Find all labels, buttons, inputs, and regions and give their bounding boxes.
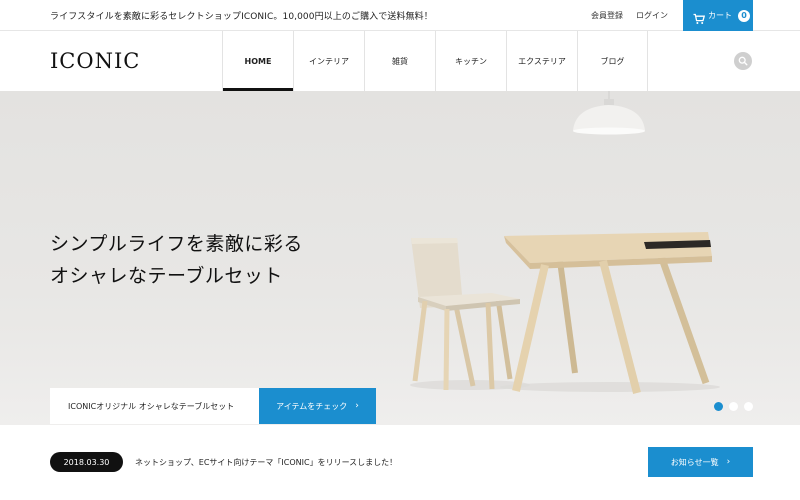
- hero-headline: シンプルライフを素敵に彩る オシャレなテーブルセット: [50, 228, 303, 292]
- cart-button[interactable]: カート 0: [683, 0, 753, 31]
- cart-label: カート: [708, 11, 732, 20]
- check-items-label: アイテムをチェック: [276, 401, 348, 411]
- news-bar: 2018.03.30 ネットショップ、ECサイト向けテーマ「ICONIC」をリリ…: [0, 425, 800, 500]
- slide-caption: ICONICオリジナル オシャレなテーブルセット: [50, 388, 259, 424]
- slider-dots: [714, 402, 753, 411]
- main-nav: HOME インテリア 雑貨 キッチン エクステリア ブログ: [222, 31, 648, 91]
- cart-icon: [693, 10, 706, 24]
- slider-dot-3[interactable]: [744, 402, 753, 411]
- nav-item-home[interactable]: HOME: [222, 31, 293, 91]
- nav-item-exterior[interactable]: エクステリア: [506, 31, 577, 91]
- nav-item-goods[interactable]: 雑貨: [364, 31, 435, 91]
- site-logo[interactable]: ICONIC: [50, 49, 140, 73]
- top-bar: ライフスタイルを素敵に彩るセレクトショップICONIC。10,000円以上のご購…: [0, 0, 800, 31]
- nav-item-blog[interactable]: ブログ: [577, 31, 648, 91]
- search-icon: [738, 56, 748, 66]
- cart-count-badge: 0: [738, 9, 750, 22]
- login-link[interactable]: ログイン: [636, 10, 668, 21]
- hero-headline-line-1: シンプルライフを素敵に彩る: [50, 233, 303, 255]
- chevron-right-icon: ›: [355, 401, 359, 411]
- register-link[interactable]: 会員登録: [591, 10, 623, 21]
- search-button[interactable]: [734, 52, 752, 70]
- nav-item-kitchen[interactable]: キッチン: [435, 31, 506, 91]
- hero-slider: シンプルライフを素敵に彩る オシャレなテーブルセット ICONICオリジナル オ…: [0, 91, 800, 425]
- nav-item-interior[interactable]: インテリア: [293, 31, 364, 91]
- chevron-right-icon: ›: [726, 457, 731, 467]
- slider-dot-1[interactable]: [714, 402, 723, 411]
- news-list-button[interactable]: お知らせ一覧 ›: [648, 447, 753, 477]
- news-headline-link[interactable]: ネットショップ、ECサイト向けテーマ「ICONIC」をリリースしました！: [135, 457, 397, 468]
- hero-headline-line-2: オシャレなテーブルセット: [50, 265, 283, 287]
- site-header: ICONIC HOME インテリア 雑貨 キッチン エクステリア ブログ: [0, 31, 800, 91]
- news-date-badge: 2018.03.30: [50, 452, 123, 472]
- news-list-label: お知らせ一覧: [670, 457, 719, 467]
- slider-dot-2[interactable]: [729, 402, 738, 411]
- announcement-text: ライフスタイルを素敵に彩るセレクトショップICONIC。10,000円以上のご購…: [50, 12, 433, 22]
- check-items-button[interactable]: アイテムをチェック ›: [259, 388, 376, 424]
